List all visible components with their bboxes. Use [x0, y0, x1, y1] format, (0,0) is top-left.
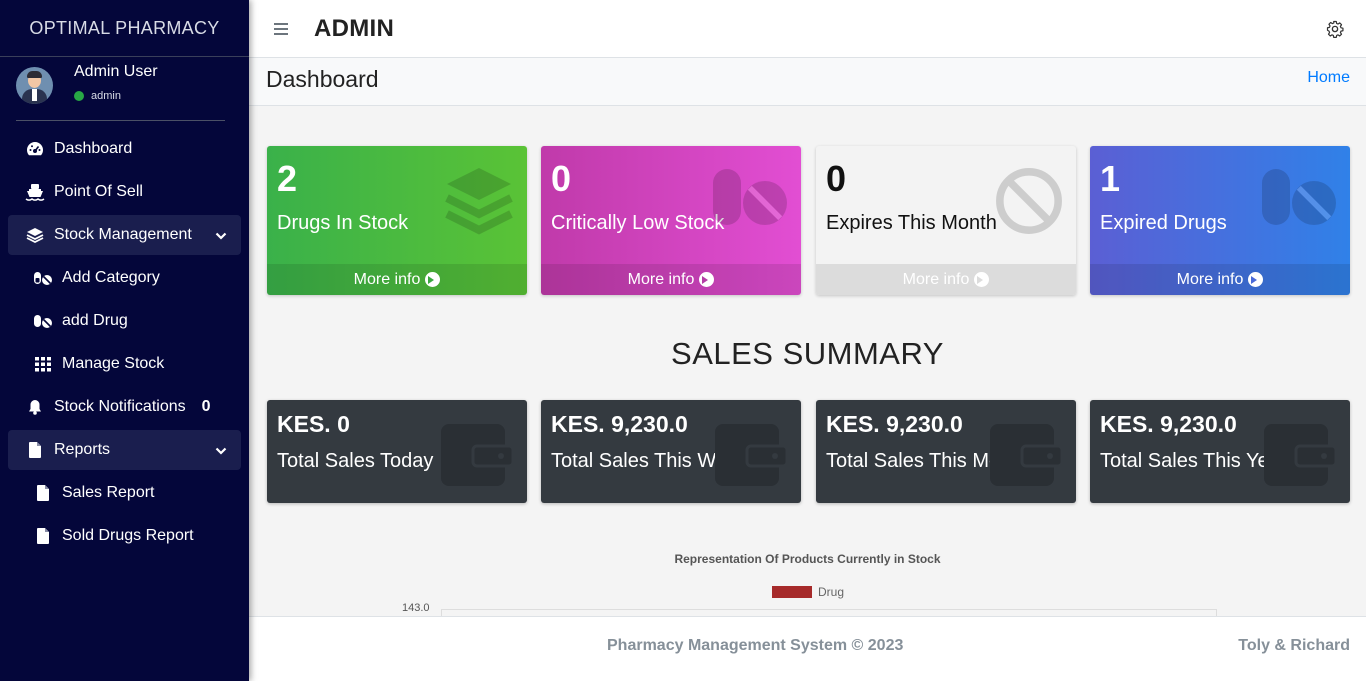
capsules-icon — [32, 313, 54, 329]
sidebar-item-label: Point Of Sell — [54, 183, 143, 200]
sidebar-item-label: add Drug — [62, 312, 128, 329]
sidebar-item-sales-report[interactable]: Sales Report — [8, 473, 241, 513]
chevron-down-icon[interactable] — [215, 228, 227, 246]
footer-copyright: Pharmacy Management System © 2023 — [607, 637, 904, 654]
stat-value: 2 — [277, 158, 298, 199]
legend-swatch — [772, 586, 812, 598]
more-info-link[interactable]: More info — [267, 264, 527, 295]
main-content: 2 Drugs In Stock More info 0 Critically … — [249, 106, 1366, 616]
user-role: admin — [91, 90, 121, 102]
sales-amount: KES. 9,230.0 — [826, 411, 963, 437]
stat-value: 1 — [1100, 158, 1121, 199]
layers-icon — [443, 164, 515, 241]
sidebar-item-sold-drugs-report[interactable]: Sold Drugs Report — [8, 516, 241, 556]
layers-icon — [24, 227, 46, 243]
chart-legend[interactable]: Drug — [772, 585, 844, 599]
ban-icon — [994, 166, 1064, 241]
brand-logo[interactable]: OPTIMAL PHARMACY — [0, 0, 249, 57]
ship-icon — [24, 183, 46, 201]
sidebar-item-stock-management[interactable]: Stock Management — [8, 215, 241, 255]
sidebar-item-label: Add Category — [62, 269, 160, 286]
sales-amount: KES. 0 — [277, 411, 350, 437]
stat-label: Expires This Month — [826, 212, 997, 234]
sidebar-item-label: Sales Report — [62, 484, 155, 501]
capsules-icon — [32, 270, 54, 286]
topbar: ADMIN — [249, 0, 1366, 58]
sales-label: Total Sales Today — [277, 450, 434, 472]
avatar[interactable] — [16, 67, 53, 104]
arrow-circle-right-icon — [425, 272, 441, 287]
legend-label: Drug — [818, 585, 845, 599]
sidebar-item-label: Reports — [54, 441, 111, 458]
stat-box-drugs-in-stock: 2 Drugs In Stock More info — [267, 146, 527, 295]
wallet-icon — [1264, 424, 1338, 491]
capsules-icon — [1258, 164, 1338, 235]
stat-box-expires-this-month: 0 Expires This Month More info — [816, 146, 1076, 295]
arrow-circle-right-icon — [699, 272, 715, 287]
bell-icon — [24, 399, 46, 415]
breadcrumb-home-link[interactable]: Home — [1307, 69, 1350, 87]
online-status-icon — [74, 91, 84, 101]
sidebar-item-add-drug[interactable]: add Drug — [8, 301, 241, 341]
sales-summary-heading: SALES SUMMARY — [671, 336, 944, 371]
sales-box-week: KES. 9,230.0 Total Sales This Week — [541, 400, 801, 503]
tachometer-icon — [24, 141, 46, 157]
wallet-icon — [990, 424, 1064, 491]
file-icon — [24, 442, 46, 458]
footer: Pharmacy Management System © 2023 Toly &… — [249, 616, 1366, 681]
arrow-circle-right-icon — [1248, 272, 1264, 287]
sidebar-nav: Dashboard Point Of Sell Stock Management… — [0, 121, 249, 556]
arrow-circle-right-icon — [974, 272, 990, 287]
chevron-down-icon[interactable] — [215, 443, 227, 461]
more-info-link[interactable]: More info — [541, 264, 801, 295]
stat-label: Critically Low Stock — [551, 212, 725, 234]
stat-value: 0 — [551, 158, 572, 199]
sales-box-year: KES. 9,230.0 Total Sales This Year — [1090, 400, 1350, 503]
sales-amount: KES. 9,230.0 — [551, 411, 688, 437]
stock-chart-title: Representation Of Products Currently in … — [674, 552, 941, 566]
sales-box-today: KES. 0 Total Sales Today — [267, 400, 527, 503]
sidebar-item-stock-notifications[interactable]: Stock Notifications 0 — [8, 387, 241, 427]
sidebar-item-label: Manage Stock — [62, 355, 165, 372]
sidebar-item-label: Stock Management — [54, 226, 192, 243]
footer-credits: Toly & Richard — [1238, 637, 1350, 654]
stock-chart-plot-area — [441, 609, 1217, 616]
stat-label: Drugs In Stock — [277, 212, 409, 234]
sidebar: OPTIMAL PHARMACY Admin User admin Dashbo… — [0, 0, 249, 681]
chart-y-tick: 143.0 — [402, 602, 430, 614]
gear-icon[interactable] — [1326, 20, 1344, 43]
sidebar-item-add-category[interactable]: Add Category — [8, 258, 241, 298]
file-icon — [32, 528, 54, 544]
notification-count-badge: 0 — [201, 398, 211, 415]
sales-box-month: KES. 9,230.0 Total Sales This Month — [816, 400, 1076, 503]
stat-box-expired-drugs: 1 Expired Drugs More info — [1090, 146, 1350, 295]
user-status: admin — [74, 90, 158, 102]
topbar-title: ADMIN — [314, 14, 395, 42]
sidebar-item-label: Sold Drugs Report — [62, 527, 194, 544]
more-info-link[interactable]: More info — [1090, 264, 1350, 295]
sidebar-item-label: Stock Notifications — [54, 398, 186, 415]
page-title: Dashboard — [266, 66, 379, 92]
stat-value: 0 — [826, 158, 847, 199]
sidebar-item-label: Dashboard — [54, 140, 133, 157]
sidebar-item-dashboard[interactable]: Dashboard — [8, 129, 241, 169]
sidebar-item-manage-stock[interactable]: Manage Stock — [8, 344, 241, 384]
sales-amount: KES. 9,230.0 — [1100, 411, 1237, 437]
user-name[interactable]: Admin User — [74, 63, 158, 81]
capsules-icon — [709, 164, 789, 235]
stat-box-critically-low-stock: 0 Critically Low Stock More info — [541, 146, 801, 295]
user-panel: Admin User admin — [0, 57, 249, 121]
hamburger-menu-icon[interactable] — [274, 20, 288, 38]
stat-label: Expired Drugs — [1100, 212, 1227, 234]
sidebar-item-point-of-sell[interactable]: Point Of Sell — [8, 172, 241, 212]
wallet-icon — [715, 424, 789, 491]
content-header: Dashboard Home — [249, 58, 1366, 106]
grid-icon — [32, 356, 54, 372]
sales-label: Total Sales This Year — [1100, 450, 1287, 472]
wallet-icon — [441, 424, 515, 491]
sidebar-item-reports[interactable]: Reports — [8, 430, 241, 470]
file-icon — [32, 485, 54, 501]
more-info-link[interactable]: More info — [816, 264, 1076, 295]
